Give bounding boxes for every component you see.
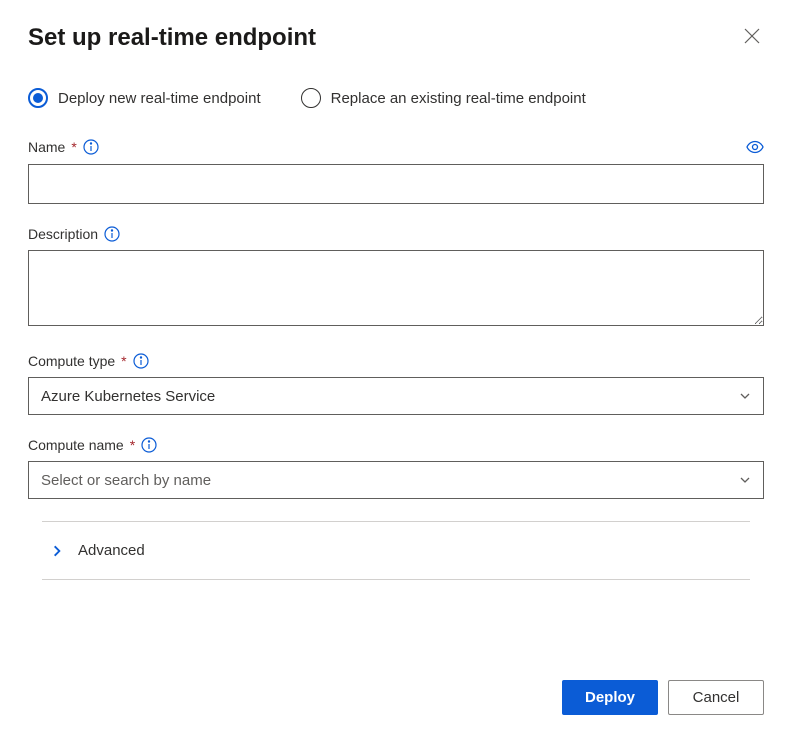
advanced-label: Advanced (78, 542, 145, 559)
dialog-title: Set up real-time endpoint (28, 24, 316, 52)
compute-name-label: Compute name (28, 437, 124, 453)
cancel-button[interactable]: Cancel (668, 680, 764, 715)
radio-replace-existing[interactable]: Replace an existing real-time endpoint (301, 88, 586, 108)
required-asterisk: * (121, 353, 126, 369)
advanced-toggle[interactable]: Advanced (42, 542, 750, 559)
radio-indicator-selected (28, 88, 48, 108)
compute-type-value: Azure Kubernetes Service (41, 388, 215, 405)
description-input[interactable] (28, 250, 764, 326)
compute-name-select[interactable]: Select or search by name (28, 461, 764, 499)
required-asterisk: * (71, 139, 76, 155)
compute-name-placeholder: Select or search by name (41, 472, 211, 489)
compute-type-label: Compute type (28, 353, 115, 369)
info-icon[interactable] (83, 139, 99, 155)
compute-type-select[interactable]: Azure Kubernetes Service (28, 377, 764, 415)
radio-indicator-unselected (301, 88, 321, 108)
deploy-mode-radio-group: Deploy new real-time endpoint Replace an… (28, 88, 764, 108)
close-icon (744, 28, 760, 44)
chevron-down-icon (739, 474, 751, 486)
radio-replace-existing-label: Replace an existing real-time endpoint (331, 90, 586, 107)
required-asterisk: * (130, 437, 135, 453)
eye-icon[interactable] (746, 138, 764, 156)
info-icon[interactable] (104, 226, 120, 242)
radio-deploy-new-label: Deploy new real-time endpoint (58, 90, 261, 107)
name-label: Name (28, 139, 65, 155)
info-icon[interactable] (141, 437, 157, 453)
radio-deploy-new[interactable]: Deploy new real-time endpoint (28, 88, 261, 108)
deploy-button[interactable]: Deploy (562, 680, 658, 715)
chevron-right-icon (50, 544, 64, 558)
info-icon[interactable] (133, 353, 149, 369)
chevron-down-icon (739, 390, 751, 402)
name-input[interactable] (28, 164, 764, 204)
close-button[interactable] (740, 24, 764, 51)
description-label: Description (28, 226, 98, 242)
